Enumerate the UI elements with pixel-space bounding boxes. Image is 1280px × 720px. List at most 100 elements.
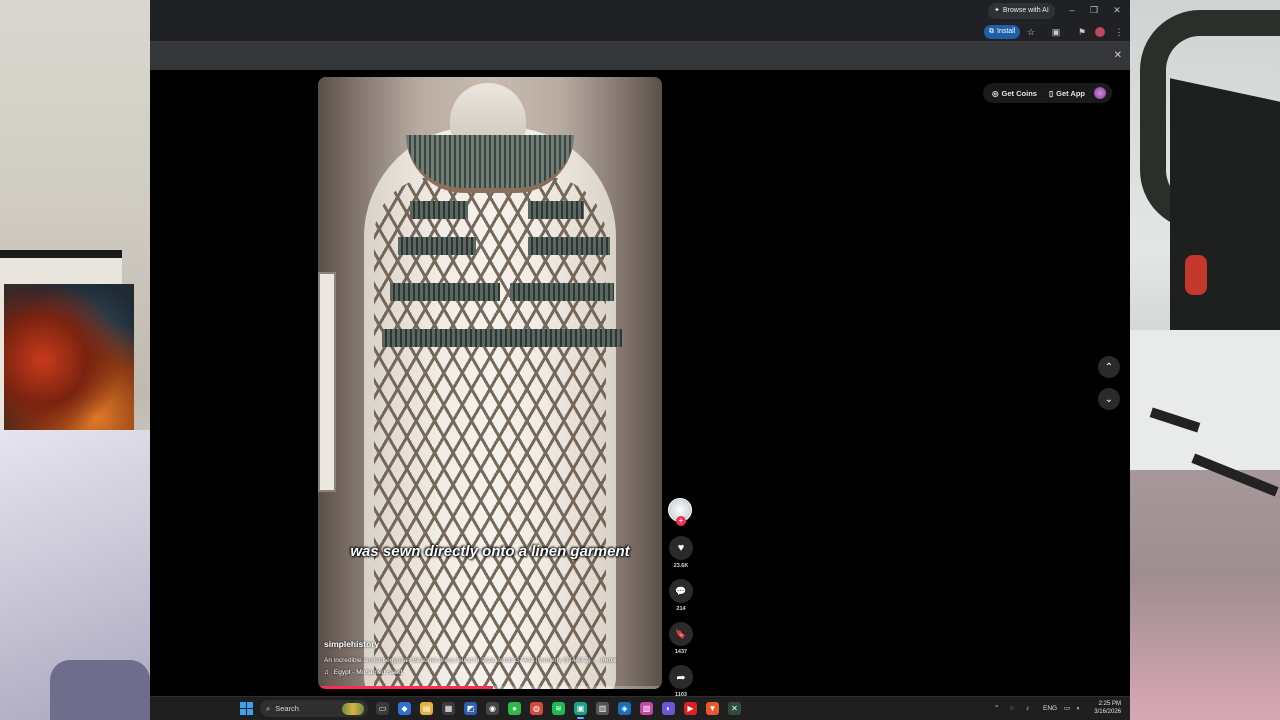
- like-count: 23.6K: [673, 563, 689, 569]
- video-action-column: + ♥ 23.6K 💬 214 🔖 1437 ➦ 1103: [668, 498, 694, 698]
- spotify-icon[interactable]: ≋: [552, 702, 565, 715]
- xbox-icon[interactable]: ●: [508, 702, 521, 715]
- video-meta: simplehistory An incredible ancient egyp…: [324, 639, 656, 676]
- bead-band: [528, 237, 610, 255]
- microphone-icon[interactable]: ♪: [1026, 697, 1029, 720]
- split-view-icon[interactable]: ▣: [1050, 26, 1062, 38]
- steam-icon[interactable]: ◈: [618, 702, 631, 715]
- tiktok-page: ◎ Get Coins ▯ Get App was sewn directly …: [150, 70, 1130, 698]
- share-action: ➦ 1103: [668, 665, 694, 698]
- like-action: ♥ 23.6K: [668, 536, 694, 569]
- music-title: Egypt - Mohamed Saed: [333, 669, 403, 676]
- terminal-icon[interactable]: ✕: [728, 702, 741, 715]
- get-coins-label: Get Coins: [1001, 88, 1037, 98]
- video-navigation: ⌃ ⌄: [1098, 356, 1120, 420]
- file-explorer-icon[interactable]: ▤: [420, 702, 433, 715]
- windows-taskbar: ⌕ Search ▭ ◆ ▤ ▦ ◩ ◉ ● ◍ ≋ ▣ ▥ ◈ ▧ ◐ ▶ ▼…: [150, 696, 1130, 720]
- install-app-button[interactable]: ⧉ Install: [984, 25, 1021, 39]
- comment-icon[interactable]: 💬: [669, 579, 693, 603]
- copilot-icon[interactable]: ◆: [398, 702, 411, 715]
- photos-icon[interactable]: ◩: [464, 702, 477, 715]
- notepad-icon[interactable]: ▥: [596, 702, 609, 715]
- previous-video-up-icon[interactable]: ⌃: [1098, 356, 1120, 378]
- top-actions-bar: ◎ Get Coins ▯ Get App: [983, 83, 1112, 103]
- pillow: [50, 660, 150, 720]
- bead-band: [398, 237, 476, 255]
- paint-icon[interactable]: ▧: [640, 702, 653, 715]
- clock-time: 2:25 PM: [1098, 701, 1121, 707]
- title-bar: ✦ Browse with AI – ❐ ✕: [150, 0, 1130, 22]
- chrome-icon[interactable]: ◍: [530, 702, 543, 715]
- comment-count: 214: [676, 606, 686, 612]
- network-icon[interactable]: ▭: [1064, 697, 1070, 720]
- active-app-icon[interactable]: ▣: [574, 702, 587, 719]
- search-label: Search: [275, 704, 299, 713]
- volume-icon[interactable]: ◖: [1076, 697, 1080, 720]
- sparkle-icon: ✦: [994, 7, 1000, 14]
- phone-icon: ▯: [1048, 88, 1054, 98]
- museum-placard: [318, 272, 336, 492]
- more-link[interactable]: more: [601, 657, 617, 664]
- get-app-button[interactable]: ▯ Get App: [1046, 89, 1088, 98]
- youtube-icon[interactable]: ▶: [684, 702, 697, 715]
- red-vase: [1185, 255, 1207, 295]
- comment-action: 💬 214: [668, 579, 694, 612]
- coin-icon: ◎: [992, 88, 999, 98]
- background-left-room: [0, 0, 150, 720]
- menu-kebab-icon[interactable]: ⋮: [1113, 26, 1125, 38]
- music-note-icon: ♫: [324, 669, 329, 676]
- save-action: 🔖 1437: [668, 622, 694, 655]
- get-app-label: Get App: [1056, 88, 1085, 98]
- white-shelf: [1130, 330, 1280, 470]
- save-count: 1437: [674, 649, 688, 655]
- maximize-button[interactable]: ❐: [1086, 3, 1102, 17]
- video-progress-bar[interactable]: [318, 686, 662, 689]
- background-right-room: [1130, 0, 1280, 720]
- music-row[interactable]: ♫ Egypt - Mohamed Saed: [324, 669, 656, 676]
- heart-icon[interactable]: ♥: [669, 536, 693, 560]
- bead-band: [382, 329, 622, 347]
- task-view-icon[interactable]: ▭: [376, 702, 389, 715]
- brave-icon[interactable]: ▼: [706, 702, 719, 715]
- language-indicator[interactable]: ENG: [1043, 697, 1057, 720]
- browser-window: ✦ Browse with AI – ❐ ✕ ⧉ Install ☆ ▣ ⚑ ⋮…: [150, 0, 1130, 720]
- browse-with-ai-label: Browse with AI: [1002, 7, 1049, 14]
- tray-app-icon[interactable]: ◌: [1010, 697, 1014, 720]
- info-bar: ✕: [150, 42, 1130, 70]
- search-icon: ⌕: [266, 704, 271, 713]
- next-video-down-icon[interactable]: ⌄: [1098, 388, 1120, 410]
- creator-avatar[interactable]: +: [668, 498, 692, 526]
- share-icon[interactable]: ➦: [669, 665, 693, 689]
- video-player[interactable]: was sewn directly onto a linen garment s…: [318, 77, 662, 689]
- bookmark-star-icon[interactable]: ☆: [1025, 26, 1037, 38]
- taskbar-search[interactable]: ⌕ Search: [260, 700, 368, 717]
- bead-band: [410, 201, 468, 219]
- bead-band: [528, 201, 584, 219]
- extensions-icon[interactable]: ⚑: [1076, 26, 1088, 38]
- taskbar-clock[interactable]: 2:25 PM 3/16/2026: [1094, 700, 1121, 716]
- app-icon[interactable]: ◉: [486, 702, 499, 715]
- video-progress-fill: [318, 686, 494, 689]
- description-text: An incredible ancient egyptian Beadnet d…: [324, 657, 599, 664]
- creator-username[interactable]: simplehistory: [324, 639, 656, 649]
- get-coins-button[interactable]: ◎ Get Coins: [989, 89, 1040, 98]
- video-caption-overlay: was sewn directly onto a linen garment: [350, 543, 630, 560]
- bead-band: [510, 283, 614, 301]
- close-window-button[interactable]: ✕: [1109, 3, 1125, 17]
- install-icon: ⧉: [989, 28, 994, 35]
- tray-overflow-icon[interactable]: ⌃: [994, 697, 999, 720]
- search-highlight-image: [342, 702, 364, 715]
- profile-avatar-icon[interactable]: [1095, 27, 1105, 37]
- follow-plus-icon[interactable]: +: [676, 516, 686, 526]
- store-icon[interactable]: ▦: [442, 702, 455, 715]
- windows-start-icon[interactable]: [240, 702, 253, 715]
- minimize-button[interactable]: –: [1064, 3, 1080, 17]
- close-infobar-icon[interactable]: ✕: [1114, 50, 1122, 61]
- user-avatar[interactable]: [1094, 87, 1106, 99]
- browse-with-ai-button[interactable]: ✦ Browse with AI: [988, 3, 1055, 19]
- bookmark-icon[interactable]: 🔖: [669, 622, 693, 646]
- install-label: Install: [997, 28, 1016, 35]
- browser-toolbar: ⧉ Install ☆ ▣ ⚑ ⋮: [150, 22, 1130, 42]
- video-description: An incredible ancient egyptian Beadnet d…: [324, 657, 656, 664]
- messenger-icon[interactable]: ◐: [662, 702, 675, 715]
